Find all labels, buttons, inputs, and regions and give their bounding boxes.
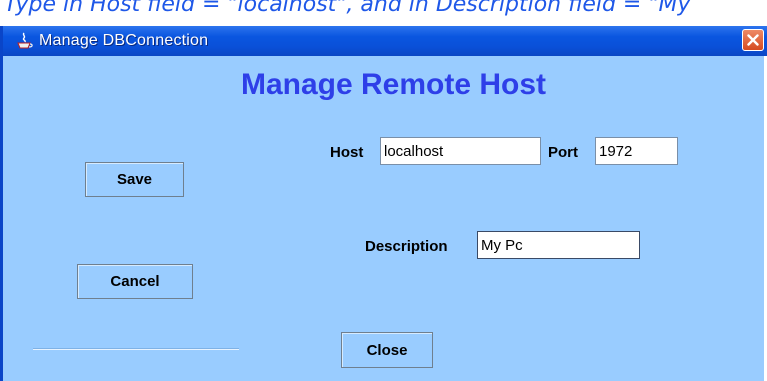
- description-field[interactable]: [477, 231, 640, 259]
- page-title: Manage Remote Host: [240, 68, 547, 101]
- cancel-button[interactable]: Cancel: [77, 264, 193, 299]
- save-button[interactable]: Save: [85, 162, 184, 197]
- port-field[interactable]: [595, 137, 678, 165]
- close-icon: [747, 34, 759, 46]
- dialog-window: Manage DBConnection Manage Remote Host H…: [0, 26, 767, 381]
- host-field[interactable]: [380, 137, 541, 165]
- host-label: Host: [330, 144, 364, 161]
- close-button[interactable]: Close: [341, 332, 433, 368]
- description-label: Description: [365, 238, 448, 255]
- separator: [33, 348, 239, 350]
- java-cup-icon: [17, 32, 33, 49]
- port-label: Port: [548, 144, 578, 161]
- instruction-caption: Type in Host field = "localhost", and in…: [4, 0, 691, 17]
- window-title: Manage DBConnection: [39, 32, 209, 49]
- close-window-button[interactable]: [742, 29, 764, 51]
- dialog-body: Manage Remote Host Host Port Description…: [3, 56, 764, 381]
- title-bar[interactable]: Manage DBConnection: [3, 26, 767, 56]
